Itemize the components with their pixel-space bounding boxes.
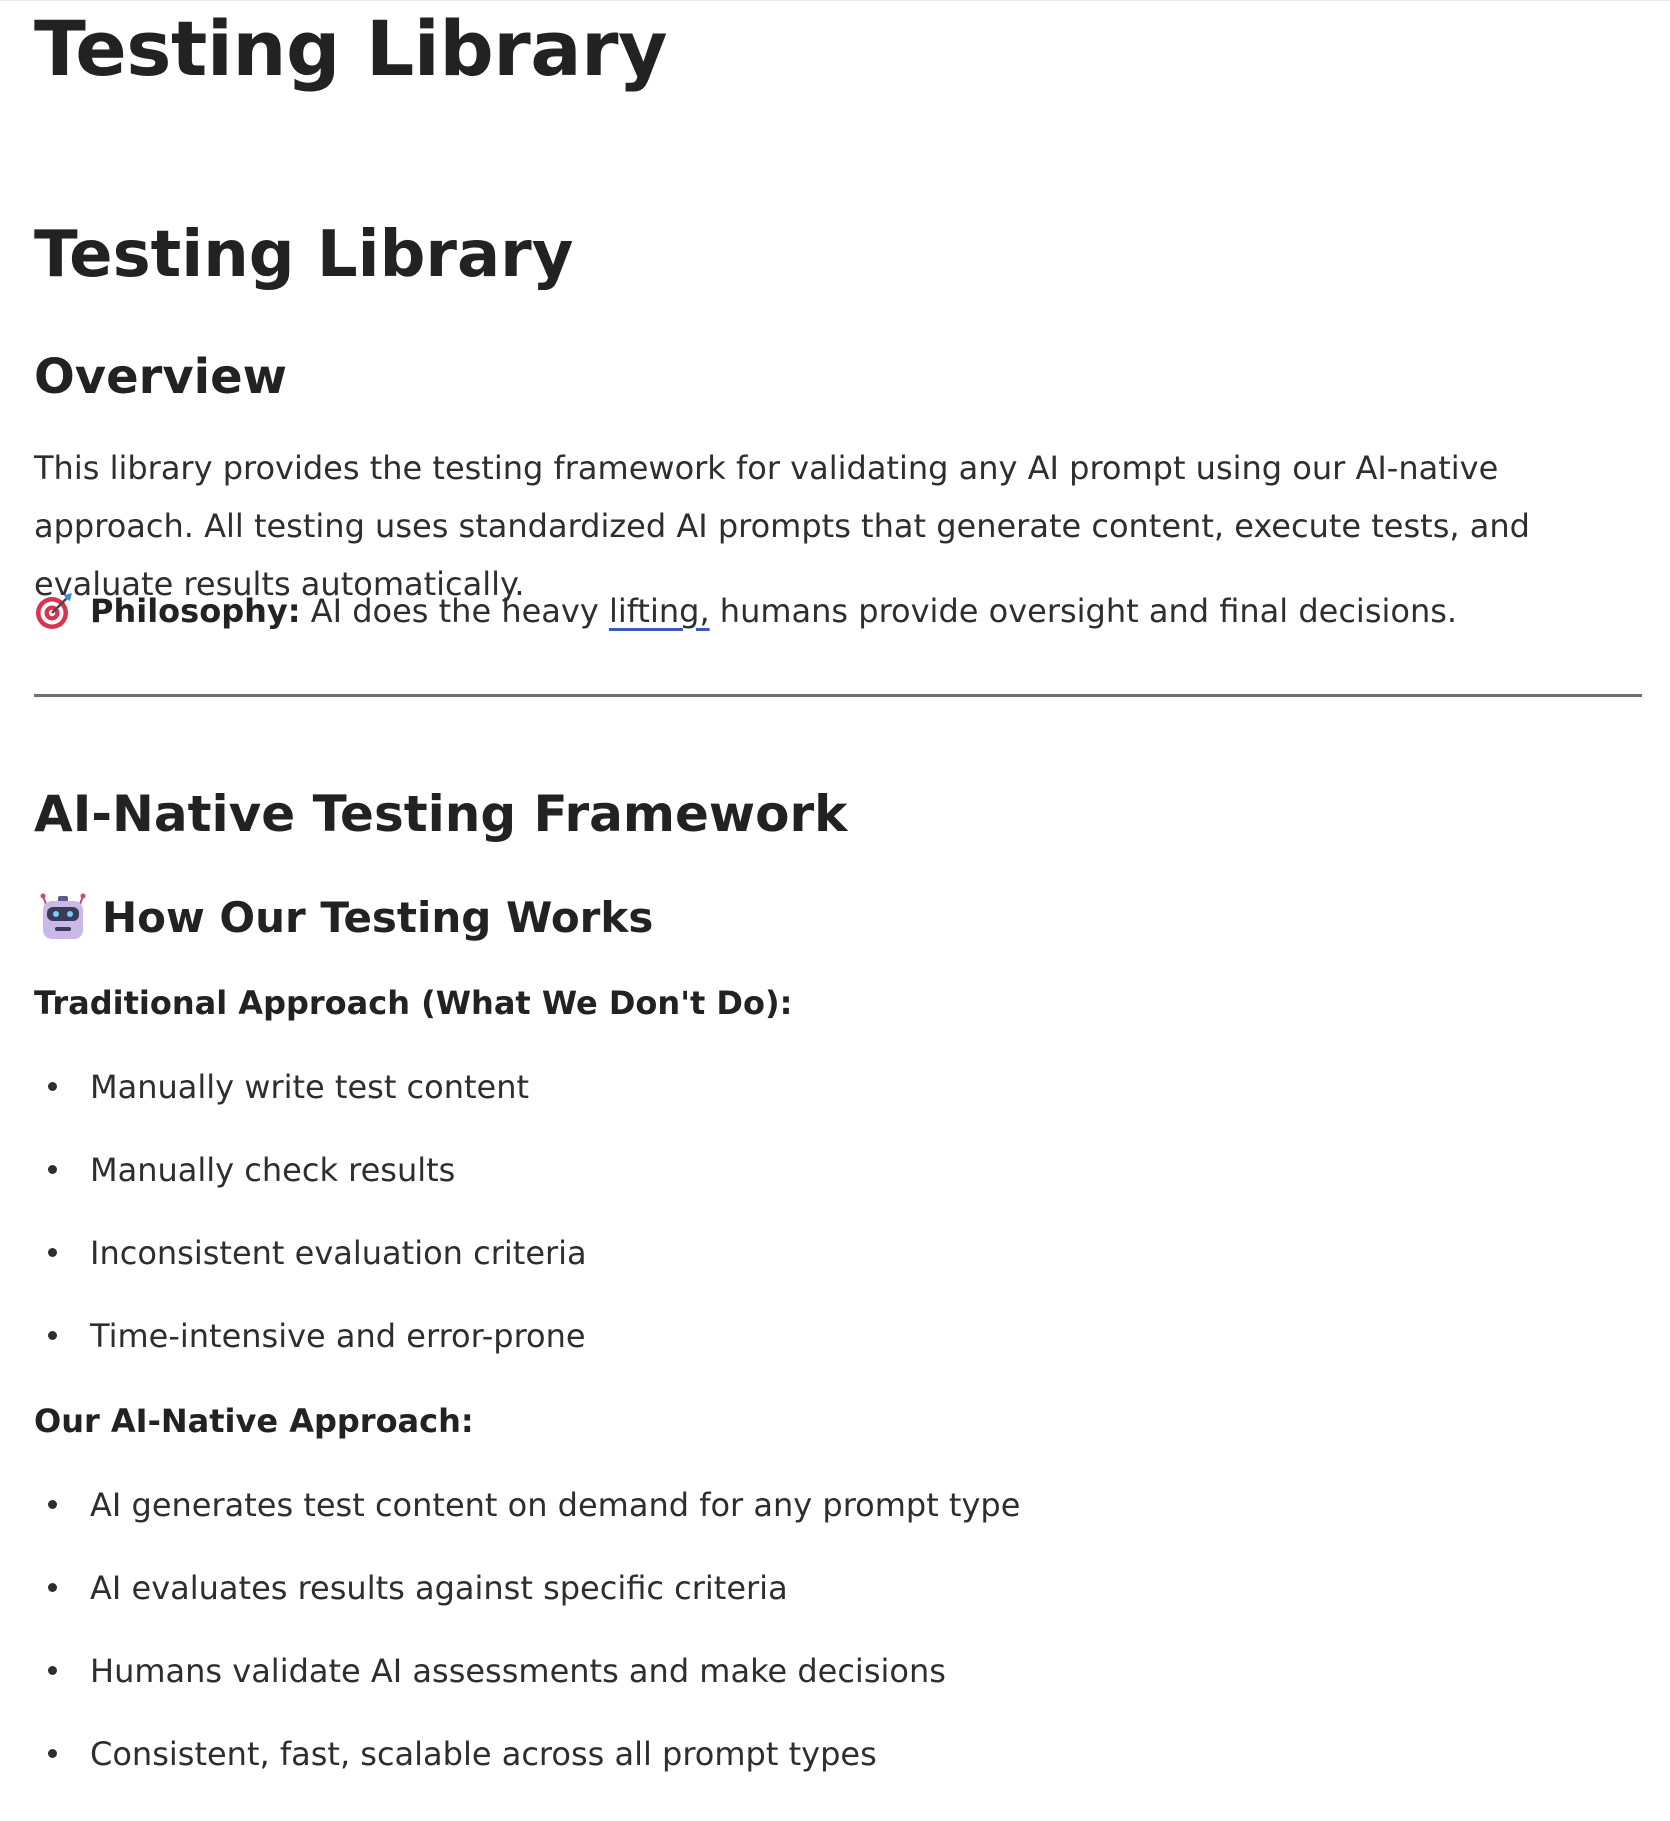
ai-native-approach-label: Our AI-Native Approach: — [34, 1402, 474, 1440]
bullet-icon — [48, 1082, 57, 1091]
page-title: Testing Library — [34, 4, 668, 93]
traditional-approach-list: Manually write test content Manually che… — [34, 1071, 587, 1403]
list-item: Time-intensive and error-prone — [34, 1320, 587, 1403]
philosophy-text-end: humans provide oversight and final decis… — [709, 592, 1458, 630]
direct-hit-target-icon — [34, 591, 74, 631]
list-item: Inconsistent evaluation criteria — [34, 1237, 587, 1320]
philosophy-line: Philosophy: AI does the heavy lifting, h… — [34, 585, 1457, 637]
philosophy-label: Philosophy: — [90, 592, 301, 630]
list-item: Consistent, fast, scalable across all pr… — [34, 1738, 1020, 1821]
bullet-icon — [48, 1331, 57, 1340]
bullet-icon — [48, 1248, 57, 1257]
bullet-icon — [48, 1500, 57, 1509]
how-testing-works-heading: How Our Testing Works — [38, 893, 653, 943]
list-item: Manually write test content — [34, 1071, 587, 1154]
horizontal-rule — [34, 694, 1642, 697]
bullet-icon — [48, 1583, 57, 1592]
overview-heading: Overview — [34, 349, 287, 405]
robot-icon — [38, 893, 88, 943]
traditional-approach-label: Traditional Approach (What We Don't Do): — [34, 984, 793, 1022]
bullet-icon — [48, 1749, 57, 1758]
framework-heading: AI-Native Testing Framework — [34, 785, 848, 843]
list-item: AI evaluates results against specific cr… — [34, 1572, 1020, 1655]
list-item: Manually check results — [34, 1154, 587, 1237]
list-item: Humans validate AI assessments and make … — [34, 1655, 1020, 1738]
document-title: Testing Library — [34, 218, 574, 292]
ai-native-approach-list: AI generates test content on demand for … — [34, 1489, 1020, 1821]
list-item: AI generates test content on demand for … — [34, 1489, 1020, 1572]
lifting-link[interactable]: lifting, — [609, 585, 710, 637]
bullet-icon — [48, 1666, 57, 1675]
how-heading-text: How Our Testing Works — [102, 893, 654, 942]
bullet-icon — [48, 1165, 57, 1174]
document-page: Testing Library Testing Library Overview… — [0, 0, 1670, 1778]
philosophy-text-start: AI does the heavy — [310, 592, 609, 630]
